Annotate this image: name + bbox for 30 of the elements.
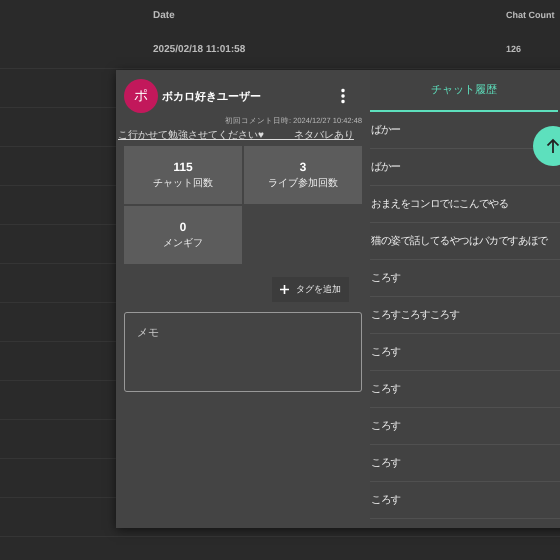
stat-value: 115 [173,160,193,174]
plus-icon [280,285,289,294]
arrow-up-icon [546,138,560,154]
column-header: Date [153,10,176,20]
bio-text: こ行かせて勉強させてください♥ ネタバレあり [117,129,355,142]
table-cell-text: 126 [506,44,522,54]
chat-message: ころすころすころす [370,309,460,322]
chat-message: ころす [370,383,400,396]
stat-label: メンギフ [163,237,203,250]
avatar: ポ [124,79,158,113]
chat-message: ばかー [370,160,400,174]
column-header: Chat Count [506,10,556,20]
stat-value: 3 [300,160,306,174]
chat-message: ころす [370,420,400,433]
chat-history-tab[interactable]: チャット履歴 [370,70,558,112]
user-name: ボカロ好きユーザー [162,90,262,104]
chat-message: ばかー [370,124,400,137]
chat-message: 猫の姿で話してるやつはバカですあほで [370,234,548,248]
add-tag-button[interactable]: タグを追加 [272,277,349,302]
stat-label: ライブ参加回数 [268,176,338,190]
memo-field[interactable]: メモ [124,312,362,392]
more-icon[interactable] [340,88,346,104]
chat-message: ころす [370,346,400,359]
chat-message: ころす [370,272,400,285]
stat-value: 0 [180,220,186,234]
chat-message: おまえをコンロでにこんでやる [370,198,508,211]
stat-label: チャット回数 [153,177,213,190]
table-cell-text: 2025/02/18 11:01:58 [153,44,246,54]
chat-message: ころす [370,494,400,507]
chat-message: ころす [370,457,400,470]
